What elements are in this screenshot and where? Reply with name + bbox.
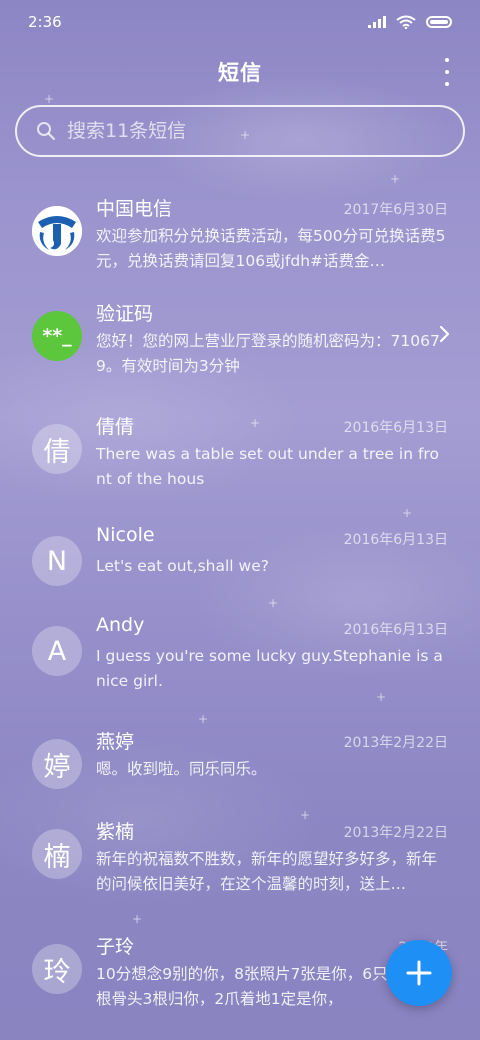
- contact-name: Nicole: [96, 524, 155, 546]
- new-message-button[interactable]: [386, 940, 452, 1006]
- contact-avatar: 楠: [32, 829, 82, 879]
- verification-code-avatar: **_: [32, 311, 82, 361]
- contact-name: Andy: [96, 614, 145, 636]
- wifi-icon: [396, 15, 416, 29]
- conversation-row[interactable]: N Nicole 2016年6月13日 Let's eat out,shall …: [0, 510, 480, 600]
- contact-avatar: N: [32, 536, 82, 586]
- contact-name: 中国电信: [96, 198, 173, 220]
- status-icons: [368, 15, 452, 29]
- contact-name: 燕婷: [96, 731, 135, 753]
- telecom-logo-avatar: [32, 206, 82, 256]
- message-preview: I guess you're some lucky guy.Stephanie …: [96, 647, 443, 690]
- status-bar: 2:36: [0, 0, 480, 44]
- contact-name: 子玲: [96, 936, 135, 958]
- conversation-row[interactable]: **_ 验证码 您好！您的网上营业厅登录的随机密码为：710679。有效时间为3…: [0, 285, 480, 398]
- message-preview: 欢迎参加积分兑换话费活动，每500分可兑换话费5元，兑换话费请回复106或jfd…: [96, 227, 446, 270]
- message-date: 2016年6月13日: [343, 532, 448, 548]
- signal-icon: [368, 16, 386, 28]
- header: 短信: [0, 44, 480, 100]
- contact-name: 验证码: [96, 303, 154, 325]
- contact-name: 倩倩: [96, 416, 135, 438]
- conversation-row[interactable]: 楠 紫楠 2013年2月22日 新年的祝福数不胜数，新年的愿望好多好多，新年的问…: [0, 803, 480, 918]
- contact-avatar: A: [32, 626, 82, 676]
- battery-icon: [426, 16, 452, 28]
- conversation-row[interactable]: 婷 燕婷 2013年2月22日 嗯。收到啦。同乐同乐。: [0, 713, 480, 803]
- conversation-row[interactable]: A Andy 2016年6月13日 I guess you're some lu…: [0, 600, 480, 713]
- contact-avatar: 倩: [32, 424, 82, 474]
- page-title: 短信: [218, 61, 262, 85]
- chevron-right-icon[interactable]: [438, 325, 450, 343]
- message-preview: There was a table set out under a tree i…: [96, 445, 439, 488]
- contact-name: 紫楠: [96, 821, 135, 843]
- message-preview: 您好！您的网上营业厅登录的随机密码为：710679。有效时间为3分钟: [96, 332, 440, 375]
- status-time: 2:36: [28, 13, 62, 31]
- more-options-button[interactable]: [440, 58, 454, 86]
- message-date: 2013年2月22日: [343, 735, 448, 751]
- message-date: 2013年2月22日: [343, 825, 448, 841]
- contact-avatar: 玲: [32, 944, 82, 994]
- message-preview: Let's eat out,shall we?: [96, 557, 269, 575]
- contact-avatar: 婷: [32, 739, 82, 789]
- conversation-row[interactable]: 倩 倩倩 2016年6月13日 There was a table set ou…: [0, 398, 480, 510]
- message-preview: 新年的祝福数不胜数，新年的愿望好多好多，新年的问候依旧美好，在这个温馨的时刻，送…: [96, 850, 438, 893]
- conversation-row[interactable]: 中国电信 2017年6月30日 欢迎参加积分兑换话费活动，每500分可兑换话费5…: [0, 180, 480, 285]
- message-date: 2016年6月13日: [343, 622, 448, 638]
- telecom-logo-icon: [32, 206, 82, 256]
- more-vert-icon: [445, 58, 449, 62]
- conversation-list: 中国电信 2017年6月30日 欢迎参加积分兑换话费活动，每500分可兑换话费5…: [0, 180, 480, 1030]
- message-date: 2016年6月13日: [343, 420, 448, 436]
- search-bar[interactable]: [15, 105, 465, 157]
- plus-icon: [406, 960, 432, 986]
- search-input[interactable]: [65, 119, 463, 143]
- message-preview: 嗯。收到啦。同乐同乐。: [96, 760, 267, 778]
- message-date: 2017年6月30日: [343, 202, 448, 218]
- search-icon: [37, 122, 56, 141]
